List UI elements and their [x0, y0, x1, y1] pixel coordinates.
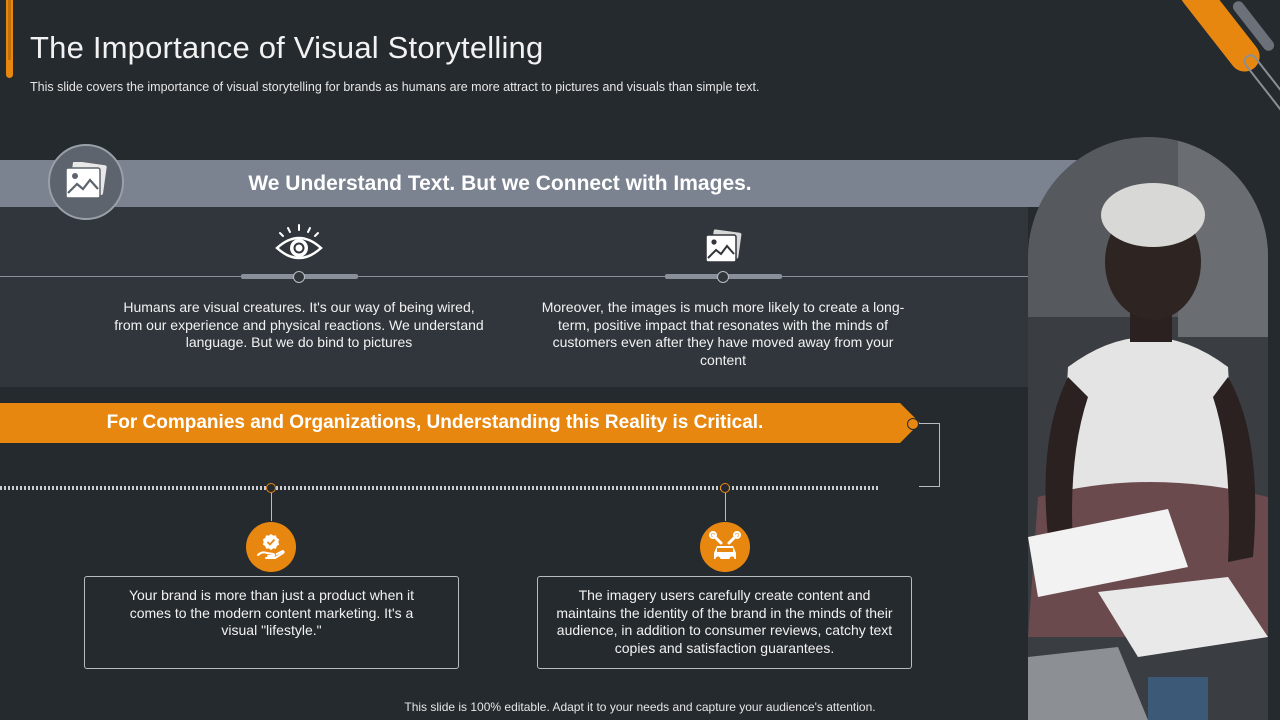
- page-title: The Importance of Visual Storytelling: [30, 30, 544, 65]
- point-1-dot: [293, 271, 305, 283]
- decorative-stripe-outline: [1240, 51, 1280, 119]
- dotted-timeline: [0, 486, 878, 490]
- footer-note: This slide is 100% editable. Adapt it to…: [0, 700, 1280, 714]
- hand-badge-icon-wrap: [246, 522, 296, 572]
- orange-banner-text: For Companies and Organizations, Underst…: [106, 412, 764, 433]
- lower-point-2-dot: [720, 483, 730, 493]
- image-badge: [48, 144, 124, 220]
- woman-reading-photo: [1028, 137, 1268, 720]
- eye-icon-wrap: [275, 224, 323, 271]
- point-2-text: Moreover, the images is much more likely…: [541, 299, 905, 368]
- lower-point-1-text: Your brand is more than just a product w…: [128, 587, 415, 638]
- point-1-text: Humans are visual creatures. It's our wa…: [114, 299, 484, 350]
- image-icon: [65, 162, 107, 199]
- timeline-line: [0, 276, 1076, 277]
- image-icon-wrap: [704, 229, 744, 272]
- eye-icon: [275, 224, 323, 260]
- lower-point-1-stem: [271, 493, 272, 521]
- page-subtitle: This slide covers the importance of visu…: [30, 80, 760, 94]
- point-2-dot: [717, 271, 729, 283]
- lower-point-2-stem: [725, 493, 726, 521]
- car-repair-icon-wrap: [700, 522, 750, 572]
- top-banner-text: We Understand Text. But we Connect with …: [248, 172, 752, 195]
- hand-badge-icon: [257, 534, 285, 559]
- lower-point-2-card: The imagery users carefully create conte…: [537, 576, 912, 669]
- footer-text: This slide is 100% editable. Adapt it to…: [404, 700, 876, 714]
- lower-point-1-dot: [266, 483, 276, 493]
- image-icon: [705, 229, 742, 263]
- title-accent-bar: [6, 0, 13, 78]
- car-repair-icon: [709, 531, 741, 562]
- banner-end-dot: [907, 418, 919, 430]
- lower-point-2-text: The imagery users carefully create conte…: [556, 587, 893, 656]
- photo-illustration: [1028, 137, 1268, 720]
- banner-connector: [919, 423, 940, 487]
- lower-point-1-card: Your brand is more than just a product w…: [84, 576, 459, 669]
